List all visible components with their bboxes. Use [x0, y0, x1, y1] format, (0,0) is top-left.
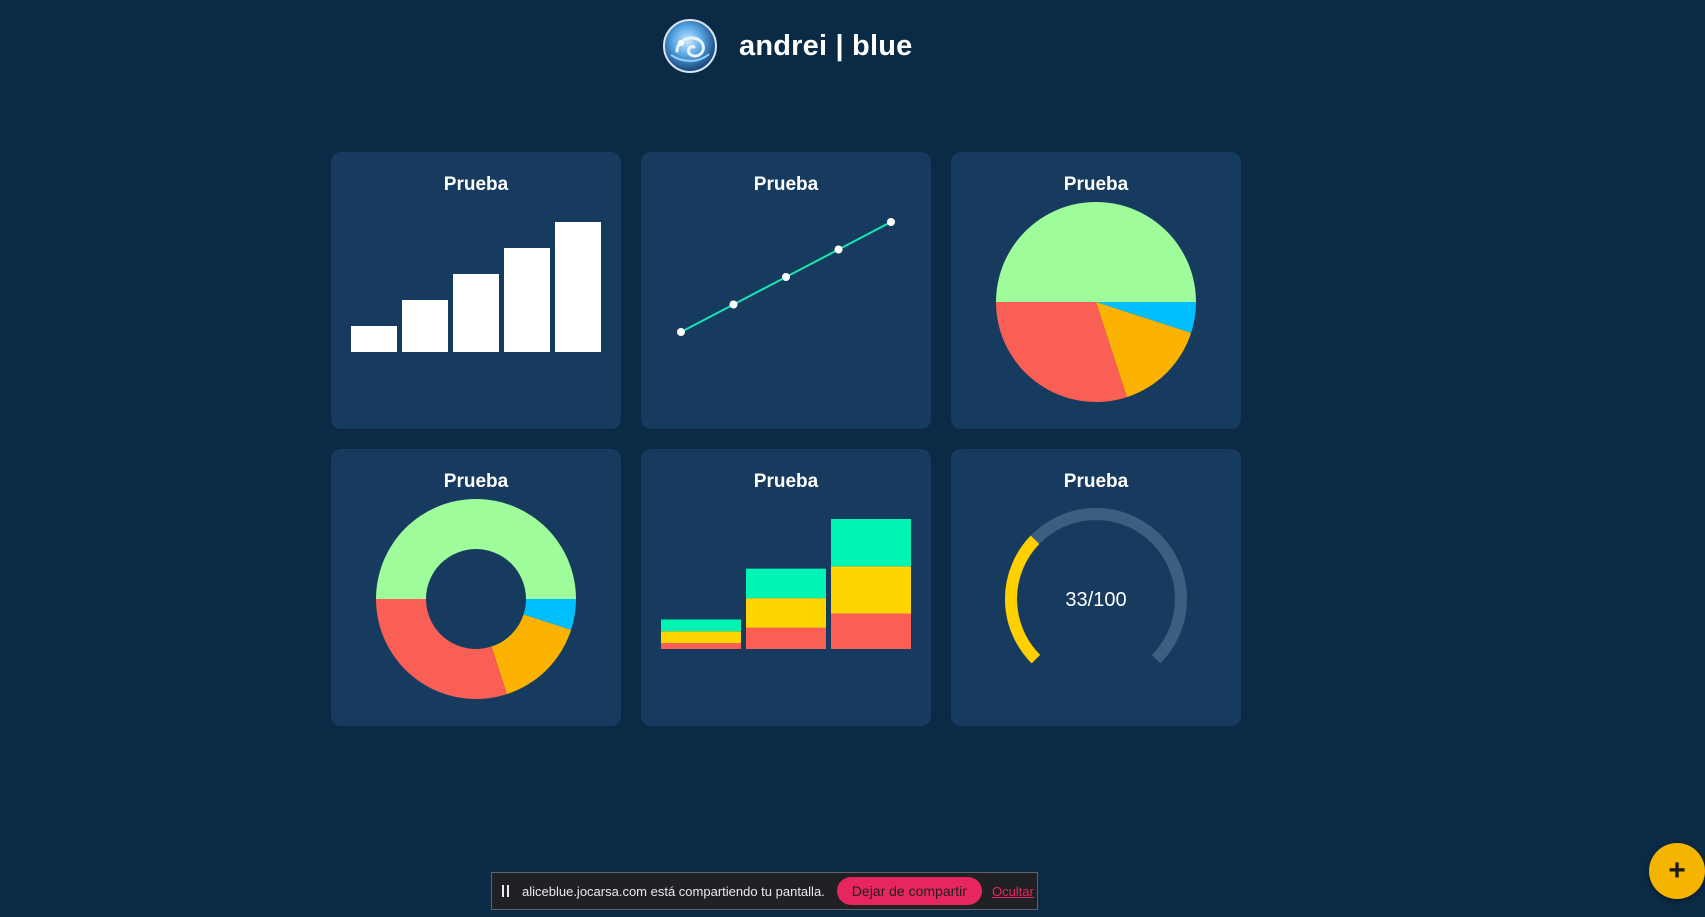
- screen-share-bar: aliceblue.jocarsa.com está compartiendo …: [491, 872, 1038, 910]
- stacked-bar-segment: [661, 619, 741, 632]
- app-header: andrei | blue: [663, 18, 912, 74]
- bar: [555, 222, 601, 352]
- stop-sharing-button[interactable]: Dejar de compartir: [836, 877, 982, 905]
- chart-card-stacked: Prueba: [641, 449, 931, 726]
- bar: [453, 274, 499, 352]
- gauge-fill: [1005, 535, 1041, 664]
- pie-slice: [376, 499, 576, 599]
- stacked-bar-segment: [831, 566, 911, 614]
- line-chart: [677, 218, 895, 336]
- stacked-bar-segment: [831, 519, 911, 567]
- pie-slice: [996, 202, 1196, 302]
- data-point: [887, 218, 895, 226]
- avatar-logo: [663, 19, 717, 73]
- chart-card-line: Prueba: [641, 152, 931, 429]
- pie-slice: [376, 599, 507, 699]
- stacked-bar-segment: [746, 598, 826, 628]
- stacked-bar-segment: [831, 613, 911, 649]
- stacked-bar-segment: [661, 631, 741, 644]
- share-status-text: aliceblue.jocarsa.com está compartiendo …: [522, 883, 825, 899]
- bar: [504, 248, 550, 352]
- chart-card-donut: Prueba: [331, 449, 621, 726]
- pause-icon[interactable]: [502, 885, 512, 897]
- data-point: [782, 273, 790, 281]
- bar: [402, 300, 448, 352]
- pie-slice: [491, 614, 572, 695]
- data-point: [677, 328, 685, 336]
- bar: [351, 326, 397, 352]
- chart-card-pie: Prueba: [951, 152, 1241, 429]
- donut-chart: [376, 499, 576, 699]
- pie-chart: [996, 202, 1196, 402]
- gauge-value-label: 33/100: [1065, 589, 1126, 611]
- data-point: [729, 300, 738, 309]
- chart-card-bar: Prueba: [331, 152, 621, 429]
- stacked-bar-segment: [746, 568, 826, 599]
- stacked-bar-segment: [661, 643, 741, 649]
- bar-chart: [351, 222, 601, 352]
- hide-link[interactable]: Ocultar: [992, 884, 1034, 899]
- add-button[interactable]: +: [1649, 843, 1705, 899]
- gauge-track: [1005, 508, 1187, 664]
- app-title: andrei | blue: [739, 29, 913, 62]
- stacked-bar-segment: [746, 627, 826, 649]
- chart-card-gauge: Prueba 33/100: [951, 449, 1241, 726]
- data-point: [834, 245, 843, 254]
- stacked-bar-chart: [661, 519, 911, 649]
- gauge-chart: 33/100: [1005, 508, 1187, 664]
